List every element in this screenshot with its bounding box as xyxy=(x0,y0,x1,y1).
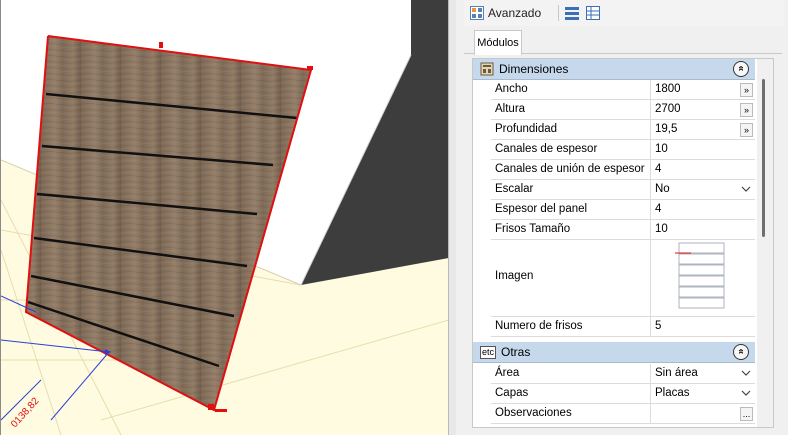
row-value: 10 xyxy=(655,143,668,155)
row-label: Escalar xyxy=(495,183,534,195)
frisos-preview-icon xyxy=(675,242,725,309)
row-value: Sin área xyxy=(655,367,698,379)
canales-espesor-value[interactable]: 10 xyxy=(650,140,755,159)
row-label: Numero de frisos xyxy=(495,320,583,332)
row-value: 1800 xyxy=(655,83,681,95)
advanced-button[interactable]: Avanzado xyxy=(470,3,541,23)
row-value: 19,5 xyxy=(655,123,678,135)
profundidad-expand-button[interactable]: » xyxy=(740,123,753,137)
espesor-panel-value[interactable]: 4 xyxy=(650,200,755,219)
altura-value[interactable]: 2700 » xyxy=(650,100,755,119)
profundidad-value[interactable]: 19,5 » xyxy=(650,120,755,139)
scrollbar-thumb[interactable] xyxy=(762,79,765,237)
ancho-value[interactable]: 1800 » xyxy=(650,80,755,99)
row-value: 5 xyxy=(655,320,662,332)
row-label: Ancho xyxy=(495,83,528,95)
row-profundidad: Profundidad 19,5 » xyxy=(491,120,755,140)
advanced-grid-icon xyxy=(470,6,484,20)
row-observaciones: Observaciones ... xyxy=(491,404,755,424)
row-ancho: Ancho 1800 » xyxy=(491,80,755,100)
observaciones-ellipsis-button[interactable]: ... xyxy=(740,407,753,421)
capas-select[interactable]: Placas xyxy=(650,384,755,403)
row-value: 10 xyxy=(655,223,668,235)
list-view-icon xyxy=(565,7,579,20)
row-imagen: Imagen xyxy=(491,240,755,317)
collapse-chevron-icon: » xyxy=(735,348,747,355)
area-select[interactable]: Sin área xyxy=(650,364,755,383)
row-numero-frisos: Numero de frisos 5 xyxy=(491,317,755,337)
list-view-button[interactable] xyxy=(565,3,579,23)
property-grid: Dimensiones » Ancho 1800 » Altura 2700 »… xyxy=(472,58,774,428)
row-frisos-tamano: Frisos Tamaño 10 xyxy=(491,220,755,240)
row-altura: Altura 2700 » xyxy=(491,100,755,120)
row-label: Canales de unión de espesor xyxy=(495,163,645,175)
numero-frisos-value[interactable]: 5 xyxy=(650,317,755,336)
row-espesor-panel: Espesor del panel 4 xyxy=(491,200,755,220)
row-label: Área xyxy=(495,367,520,379)
collapse-otras-button[interactable]: » xyxy=(733,344,749,360)
escalar-select[interactable]: No xyxy=(650,180,755,199)
frisos-tamano-value[interactable]: 10 xyxy=(650,220,755,239)
canales-union-value[interactable]: 4 xyxy=(650,160,755,179)
dimensions-icon xyxy=(479,61,495,77)
row-area: Área Sin área xyxy=(491,364,755,384)
dimensiones-gutter xyxy=(473,80,491,338)
chevron-down-icon xyxy=(741,370,751,376)
section-dimensiones-label: Dimensiones xyxy=(499,62,569,76)
etc-icon: etc xyxy=(479,345,496,359)
section-otras-label: Otras xyxy=(501,345,531,359)
property-scrollbar[interactable] xyxy=(757,59,773,427)
3d-viewport[interactable]: 0138,82 xyxy=(0,0,448,435)
row-label: Profundidad xyxy=(495,123,558,135)
row-canales-espesor: Canales de espesor 10 xyxy=(491,140,755,160)
collapse-chevron-icon: » xyxy=(735,65,747,72)
row-label: Canales de espesor xyxy=(495,143,598,155)
section-dimensiones[interactable]: Dimensiones » xyxy=(473,59,755,80)
tab-strip: Módulos xyxy=(464,26,782,55)
table-view-button[interactable] xyxy=(586,3,600,23)
row-value: 4 xyxy=(655,203,662,215)
row-escalar: Escalar No xyxy=(491,180,755,200)
scene: 0138,82 xyxy=(1,0,448,435)
collapse-dimensiones-button[interactable]: » xyxy=(733,61,749,77)
row-value: Placas xyxy=(655,387,690,399)
row-value: 2700 xyxy=(655,103,681,115)
chevron-down-icon xyxy=(741,390,751,396)
altura-expand-button[interactable]: » xyxy=(740,103,753,117)
advanced-label: Avanzado xyxy=(488,6,542,20)
row-label: Altura xyxy=(495,103,526,115)
row-label: Frisos Tamaño xyxy=(495,223,571,235)
toolbar-divider xyxy=(558,5,559,21)
properties-panel: Avanzado Módulos Dimensiones » Ancho 180… xyxy=(456,0,788,435)
section-otras[interactable]: etc Otras » xyxy=(473,342,755,363)
panel-splitter[interactable] xyxy=(448,0,456,435)
properties-toolbar: Avanzado xyxy=(464,0,784,26)
row-label: Espesor del panel xyxy=(495,203,588,215)
chevron-down-icon xyxy=(741,186,751,192)
row-value: 4 xyxy=(655,163,662,175)
row-value: No xyxy=(655,183,670,195)
imagen-preview[interactable] xyxy=(650,240,755,316)
observaciones-value[interactable]: ... xyxy=(650,404,755,423)
row-label: Observaciones xyxy=(495,407,572,419)
tab-modulos-label: Módulos xyxy=(477,37,519,49)
row-label: Capas xyxy=(495,387,529,399)
row-label: Imagen xyxy=(495,270,534,282)
table-view-icon xyxy=(586,6,600,20)
row-capas: Capas Placas xyxy=(491,384,755,404)
row-canales-union: Canales de unión de espesor 4 xyxy=(491,160,755,180)
tab-modulos[interactable]: Módulos xyxy=(474,30,522,55)
ancho-expand-button[interactable]: » xyxy=(740,83,753,97)
